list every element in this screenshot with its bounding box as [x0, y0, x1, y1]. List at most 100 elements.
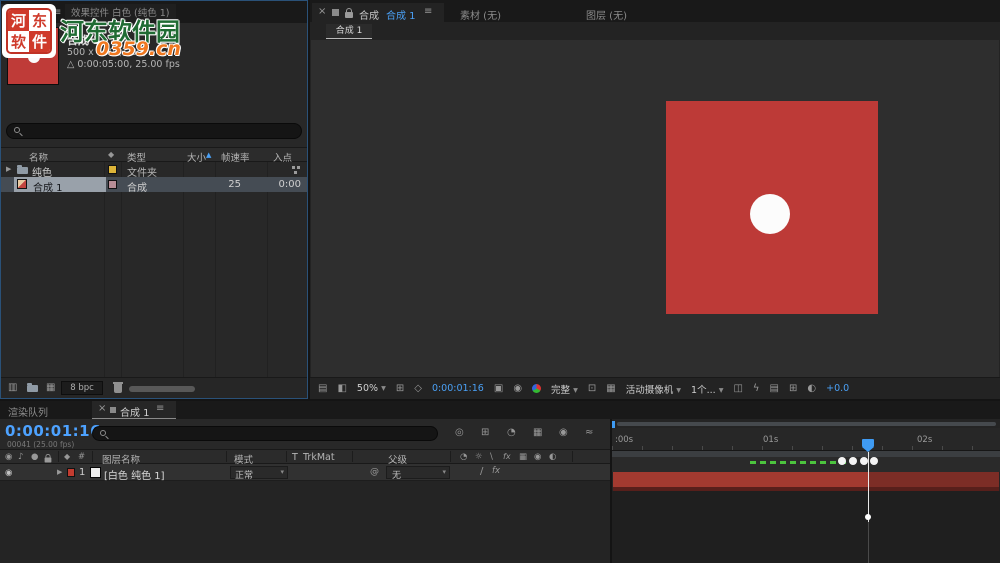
composition-icon	[17, 179, 27, 189]
graph-editor-icon[interactable]: ≈	[585, 428, 593, 438]
fx-toggle-icon[interactable]: fx	[492, 467, 500, 476]
grid-options-icon[interactable]: ⊞	[396, 383, 404, 394]
motion-blur-icon[interactable]: ◉	[559, 428, 568, 438]
auto-keyframe-icon[interactable]: ◎	[455, 428, 464, 438]
camera-view-dropdown[interactable]: 活动摄像机 ▾	[626, 382, 681, 396]
parent-dropdown[interactable]: 无 ▾	[386, 466, 450, 481]
keyframe-dot[interactable]	[870, 457, 878, 465]
label-column-icon[interactable]: ◆	[64, 453, 70, 461]
frame-blend-icon[interactable]: ▦	[533, 428, 542, 438]
sort-ascending-icon[interactable]: ▲	[206, 151, 211, 159]
new-composition-icon[interactable]: ▦	[46, 383, 55, 393]
index-column-icon[interactable]: #	[78, 453, 85, 462]
layer-row[interactable]: ◉ ▶ 1 [白色 纯色 1] 正常 ▾ @ 无 ▾ / fx	[0, 464, 610, 482]
disclosure-icon[interactable]: ▶	[6, 166, 11, 173]
keyframe-dot[interactable]	[849, 457, 857, 465]
shy-icon[interactable]: ◔	[507, 428, 516, 438]
horizontal-scrollbar[interactable]	[129, 386, 195, 392]
zoom-dropdown[interactable]: 50% ▾	[357, 383, 386, 394]
preview-timecode[interactable]: 0:00:01:16	[432, 383, 484, 394]
view-layout-dropdown[interactable]: 1个... ▾	[691, 382, 723, 396]
tab-composition[interactable]: × 合成 合成 1 ≡	[312, 3, 444, 22]
comp-thumbnail[interactable]	[7, 27, 59, 85]
quality-switch-icon[interactable]: \	[490, 453, 493, 462]
solo-icon[interactable]: ●	[31, 453, 38, 462]
timeline-left-pane: 0:00:01:16 00041 (25.00 fps) ◎ ⊞ ◔ ▦ ◉ ≈…	[0, 419, 610, 563]
eye-icon[interactable]: ◉	[5, 468, 12, 478]
snapshot-icon[interactable]: ▣	[494, 383, 503, 394]
time-navigator-bar[interactable]	[617, 422, 996, 426]
close-icon[interactable]: ×	[98, 404, 106, 414]
label-color-chip[interactable]	[108, 165, 117, 174]
viewer-subtab-label: 合成 1	[335, 26, 363, 36]
exposure-value[interactable]: +0.0	[826, 383, 849, 394]
primary-viewer-icon[interactable]: ◧	[337, 383, 346, 394]
layer-duration-bar-after-playhead[interactable]	[868, 472, 999, 487]
tab-timeline-comp[interactable]: × 合成 1 ≡	[92, 401, 176, 419]
quality-toggle-icon[interactable]: /	[480, 467, 483, 477]
tab-footage[interactable]: 素材 (无)	[460, 7, 501, 22]
keyframe-dot[interactable]	[860, 457, 868, 465]
reset-exposure-icon[interactable]: ◐	[807, 383, 816, 394]
current-timecode[interactable]: 0:00:01:16	[5, 422, 101, 440]
transparency-grid-icon[interactable]: ▦	[606, 383, 615, 394]
eye-icon[interactable]: ◉	[5, 453, 12, 462]
resolution-dropdown[interactable]: 完整 ▾	[551, 382, 578, 396]
collapse-switch-icon[interactable]: ☼	[475, 453, 483, 462]
always-preview-icon[interactable]: ▤	[318, 383, 327, 394]
label-column-icon[interactable]: ◆	[108, 151, 114, 159]
trash-icon[interactable]	[113, 382, 123, 393]
lock-icon[interactable]	[345, 8, 353, 18]
viewer-subtab[interactable]: 合成 1	[326, 24, 372, 39]
region-of-interest-icon[interactable]: ⊡	[588, 383, 596, 394]
timeline-search-input[interactable]	[92, 426, 438, 441]
mask-visibility-icon[interactable]: ◇	[414, 383, 422, 394]
motion-blur-switch-icon[interactable]: ◉	[534, 453, 541, 462]
project-row-solids[interactable]: ▶ 纯色 文件夹	[1, 162, 307, 179]
tab-project[interactable]: 项目	[1, 4, 49, 23]
red-solid-layer[interactable]	[666, 101, 878, 314]
show-channel-icon[interactable]	[532, 384, 542, 393]
panel-menu-icon[interactable]: ≡	[156, 404, 164, 414]
project-search-input[interactable]	[6, 123, 302, 139]
layer-name[interactable]: [白色 纯色 1]	[104, 467, 165, 482]
bpc-button[interactable]: 8 bpc	[61, 381, 103, 395]
panel-menu-icon[interactable]: ≡	[424, 7, 432, 17]
show-snapshot-icon[interactable]: ◉	[513, 383, 522, 394]
composition-viewport[interactable]	[311, 40, 999, 377]
frame-info: 00041 (25.00 fps)	[7, 440, 75, 449]
time-ruler[interactable]: :00s 01s 02s	[612, 428, 1000, 451]
adjustment-switch-icon[interactable]: ◐	[549, 453, 556, 462]
tab-render-queue[interactable]: 渲染队列	[8, 404, 48, 419]
tab-layer[interactable]: 图层 (无)	[586, 7, 627, 22]
playhead-marker[interactable]	[862, 439, 874, 452]
close-icon[interactable]: ×	[318, 7, 326, 17]
blend-mode-dropdown[interactable]: 正常 ▾	[230, 466, 288, 481]
column-trkmat[interactable]: TrkMat	[303, 452, 335, 463]
fx-switch-icon[interactable]: fx	[503, 453, 511, 461]
label-color-chip[interactable]	[67, 468, 75, 477]
comp-flowchart-icon[interactable]: ⊞	[789, 383, 797, 394]
parent-pick-whip-icon[interactable]: @	[370, 468, 379, 477]
fast-previews-icon[interactable]: ϟ	[753, 383, 760, 394]
pixel-aspect-icon[interactable]: ◫	[733, 383, 742, 394]
new-folder-icon[interactable]	[27, 383, 38, 392]
interpret-footage-icon[interactable]: ▥	[8, 383, 17, 393]
lock-icon[interactable]	[44, 454, 52, 463]
timeline-button-icon[interactable]: ▤	[770, 383, 779, 394]
keyframe-dot[interactable]	[838, 457, 846, 465]
zoom-value: 50%	[356, 383, 379, 394]
tab-effect-controls[interactable]: 效果控件 白色 (纯色 1)	[65, 4, 176, 23]
disclosure-icon[interactable]: ▶	[57, 469, 62, 476]
panel-menu-icon[interactable]: ≡	[53, 8, 61, 18]
playhead-line[interactable]	[868, 452, 869, 522]
frame-blend-switch-icon[interactable]: ▦	[519, 453, 527, 462]
label-color-chip[interactable]	[108, 180, 117, 189]
audio-icon[interactable]: ♪	[18, 453, 23, 462]
flowchart-icon[interactable]	[292, 166, 295, 169]
mini-flowchart-icon[interactable]: ⊞	[481, 428, 489, 438]
project-row-comp[interactable]: 合成 1 合成 25 0:00	[1, 177, 307, 194]
shy-switch-icon[interactable]: ◔	[460, 453, 467, 462]
column-t[interactable]: T	[292, 452, 298, 463]
layer-duration-bar[interactable]	[613, 472, 868, 487]
